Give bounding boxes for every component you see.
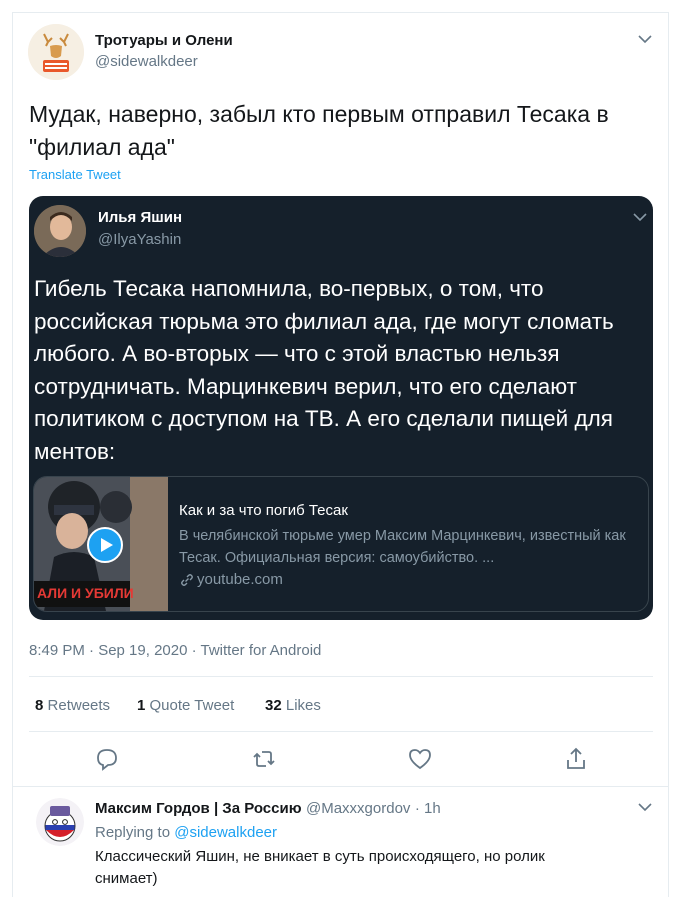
chevron-down-icon[interactable] xyxy=(629,206,651,228)
replying-mention[interactable]: @sidewalkdeer xyxy=(174,824,277,841)
likes-stat[interactable]: 32 Likes xyxy=(265,697,321,714)
author-avatar[interactable] xyxy=(28,24,84,80)
divider xyxy=(29,731,653,732)
reply-author-handle[interactable]: @Maxxxgordov xyxy=(306,800,410,817)
card-title: Как и за что погиб Тесак xyxy=(179,502,348,519)
quote-tweets-stat[interactable]: 1 Quote Tweet xyxy=(137,697,234,714)
divider xyxy=(12,786,669,787)
quote-author-avatar xyxy=(34,205,86,257)
replying-to: Replying to @sidewalkdeer xyxy=(95,824,277,841)
retweets-count: 8 xyxy=(35,697,44,714)
author-handle[interactable]: @sidewalkdeer xyxy=(95,53,198,70)
reply-text: Классический Яшин, не вникает в суть про… xyxy=(95,848,545,887)
retweets-label: Retweets xyxy=(47,697,111,714)
likes-count: 32 xyxy=(265,697,282,714)
tweet-timestamp[interactable]: 8:49 PM · Sep 19, 2020 · Twitter for And… xyxy=(29,642,321,659)
countryball-avatar-icon xyxy=(36,798,84,846)
like-icon[interactable] xyxy=(407,746,433,772)
reply-icon[interactable] xyxy=(94,746,120,772)
translate-tweet-link[interactable]: Translate Tweet xyxy=(29,167,121,182)
quotes-label: Quote Tweet xyxy=(149,697,235,714)
retweet-icon[interactable] xyxy=(251,746,277,772)
video-thumbnail[interactable]: АЛИ И УБИЛИ xyxy=(34,477,168,611)
share-icon[interactable] xyxy=(563,746,589,772)
author-name[interactable]: Тротуары и Олени xyxy=(95,32,233,49)
retweets-stat[interactable]: 8 Retweets xyxy=(35,697,110,714)
reply-author-name[interactable]: Максим Гордов | За Россию xyxy=(95,800,302,817)
card-description: В челябинской тюрьме умер Максим Марцинк… xyxy=(179,528,626,566)
chevron-down-icon[interactable] xyxy=(634,796,656,818)
play-button-icon[interactable] xyxy=(87,527,123,563)
reply-header: Максим Гордов | За Россию @Maxxxgordov ·… xyxy=(95,800,441,818)
replying-prefix: Replying to xyxy=(95,824,171,841)
chevron-down-icon[interactable] xyxy=(634,28,656,50)
quotes-count: 1 xyxy=(137,697,146,714)
quoted-tweet[interactable]: Илья Яшин @IlyaYashin Гибель Тесака напо… xyxy=(29,196,653,620)
divider xyxy=(29,676,653,677)
link-card[interactable]: АЛИ И УБИЛИ Как и за что погиб Тесак В ч… xyxy=(33,476,649,612)
quote-text: Гибель Тесака напомнила, во-первых, о то… xyxy=(34,276,614,464)
thumbnail-caption: АЛИ И УБИЛИ xyxy=(37,585,134,601)
deer-avatar-icon xyxy=(28,24,84,80)
link-icon xyxy=(181,574,193,586)
card-link-domain: youtube.com xyxy=(197,571,283,588)
person-avatar-icon xyxy=(34,205,86,257)
tweet-text: Мудак, наверно, забыл кто первым отправи… xyxy=(29,101,609,160)
likes-label: Likes xyxy=(285,697,321,714)
reply-time[interactable]: · 1h xyxy=(415,800,441,817)
reply-author-avatar[interactable] xyxy=(36,798,84,846)
quote-author-name: Илья Яшин xyxy=(98,209,183,226)
quote-author-handle: @IlyaYashin xyxy=(98,231,182,248)
